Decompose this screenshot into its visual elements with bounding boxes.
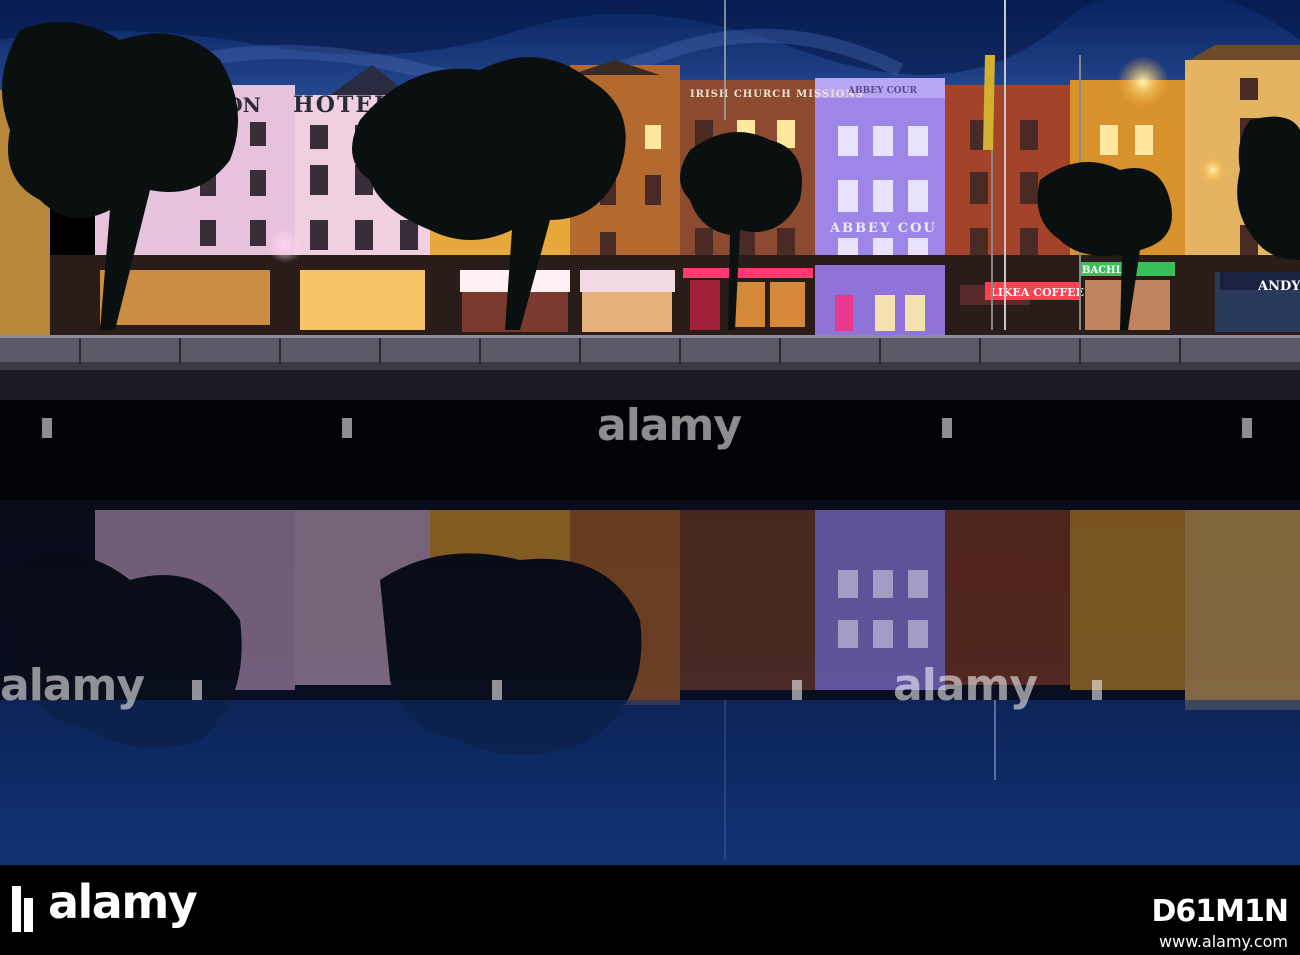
watermark-icon — [1092, 680, 1102, 700]
footer-url[interactable]: www.alamy.com — [1159, 934, 1288, 950]
footer-logo: alamy — [48, 875, 198, 929]
footer-image-id: D61M1N — [1151, 894, 1289, 929]
watermark-icon — [792, 680, 802, 700]
watermark-right-mid: alamy — [893, 660, 1038, 711]
watermark-icon — [42, 418, 52, 438]
sign-abbey-court: ABBEY COU — [829, 221, 937, 236]
quay-railing — [0, 335, 1300, 365]
alamy-logo-icon — [12, 886, 33, 932]
watermark-icon — [1242, 418, 1252, 438]
watermark-center-top: alamy — [597, 400, 742, 451]
watermark-icon — [942, 418, 952, 438]
watermark-icon — [342, 418, 352, 438]
watermark-left-mid: alamy — [0, 660, 145, 711]
sign-abbey-court-top: ABBEY COUR — [847, 86, 917, 96]
watermark-icon — [492, 680, 502, 700]
sign-irish-church-missions: IRISH CHURCH MISSIONS — [690, 89, 864, 100]
sign-andy: ANDY — [1257, 279, 1300, 294]
watermark-icon — [192, 680, 202, 700]
